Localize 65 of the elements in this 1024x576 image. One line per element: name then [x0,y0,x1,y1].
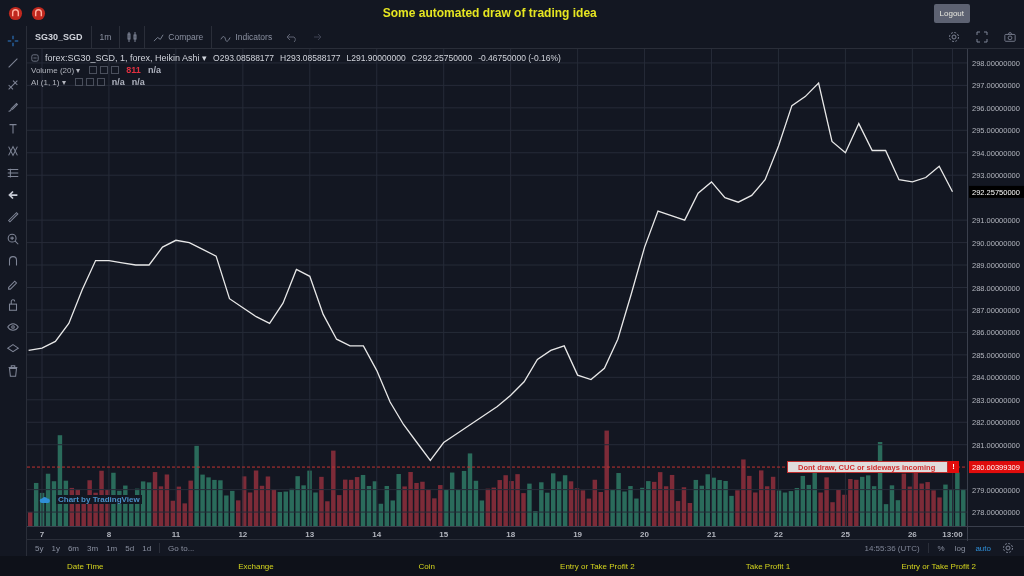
study-value: n/a [111,77,125,87]
time-axis-label: 8 [106,530,112,539]
interval-selector[interactable]: 1m [91,26,121,48]
close-value: C292.25750000 [411,53,473,63]
scale-option[interactable]: log [949,543,971,553]
range-button[interactable]: 1d [138,543,156,553]
logo-icon [8,5,23,21]
indicators-button[interactable]: Indicators [211,26,281,48]
time-axis-label: 21 [707,530,716,539]
logout-button[interactable]: Logout [933,3,970,23]
settings-icon[interactable] [948,31,960,43]
range-button[interactable]: 6m [63,543,84,553]
column-header: Entry or Take Profit 2 [900,561,977,571]
trash-icon[interactable] [6,362,20,380]
low-value: L291.90000000 [346,53,406,63]
change-value: -0.46750000 (-0.16%) [478,53,561,63]
study-title[interactable]: Volume (20) ▾ [31,65,81,75]
time-axis-label: 18 [506,530,516,539]
time-axis-label: 7 [39,530,45,539]
time-axis-label: 19 [573,530,583,539]
compare-button[interactable]: Compare [144,26,212,48]
study-value: 811 [126,65,141,75]
time-axis-label: 12 [238,530,248,539]
study-value: n/a [147,65,161,75]
column-header: Entry or Take Profit 2 [559,561,636,571]
settings-icon[interactable] [1002,542,1014,555]
time-axis-label: 13:00 [942,530,963,539]
column-header: Exchange [237,561,275,571]
page-title: Some automated draw of trading idea [381,6,598,20]
column-header: Coin [417,561,436,571]
column-header: Date Time [66,561,105,571]
range-button[interactable]: 3m [83,543,103,553]
fullscreen-icon[interactable] [976,31,988,43]
range-button[interactable]: 1y [47,543,64,553]
time-axis-label: 14 [372,530,382,539]
lock-icon[interactable] [6,296,20,314]
collapse-icon[interactable] [31,54,39,62]
time-axis-label: 11 [171,530,181,539]
time-axis-label: 25 [840,530,850,539]
logo-icon [31,5,46,21]
range-button[interactable]: 1m [102,543,122,553]
camera-icon[interactable] [1004,31,1016,43]
clock-time: 14:55:36 (UTC) [863,543,921,553]
study-value: n/a [131,77,145,87]
undo-icon[interactable] [286,31,299,43]
scale-option[interactable]: % [932,543,950,553]
chart-attribution[interactable]: Chart by TradingView [56,495,142,504]
symbol-selector[interactable]: SG30_SGD [27,26,92,48]
time-axis-label: 15 [439,530,449,539]
candles-icon[interactable] [126,31,139,43]
time-axis-label: 26 [907,530,917,539]
time-axis-label: 13 [305,530,315,539]
column-header: Take Profit 1 [744,561,792,571]
study-title[interactable]: AI (1, 1) ▾ [31,77,66,87]
compare-icon [153,31,165,43]
cloud-icon [39,495,51,504]
scale-option[interactable]: auto [970,543,996,553]
range-button[interactable]: 5d [121,543,139,553]
time-axis-label: 20 [640,530,649,539]
range-button[interactable]: 5y [31,543,48,553]
time-axis-label: 22 [774,530,783,539]
open-value: O293.08588177 [213,53,275,63]
goto-button[interactable]: Go to... [164,543,199,553]
high-value: H293.08588177 [280,53,341,63]
series-title[interactable]: forex:SG30_SGD, 1, forex, Heikin Ashi ▾ [45,53,208,63]
